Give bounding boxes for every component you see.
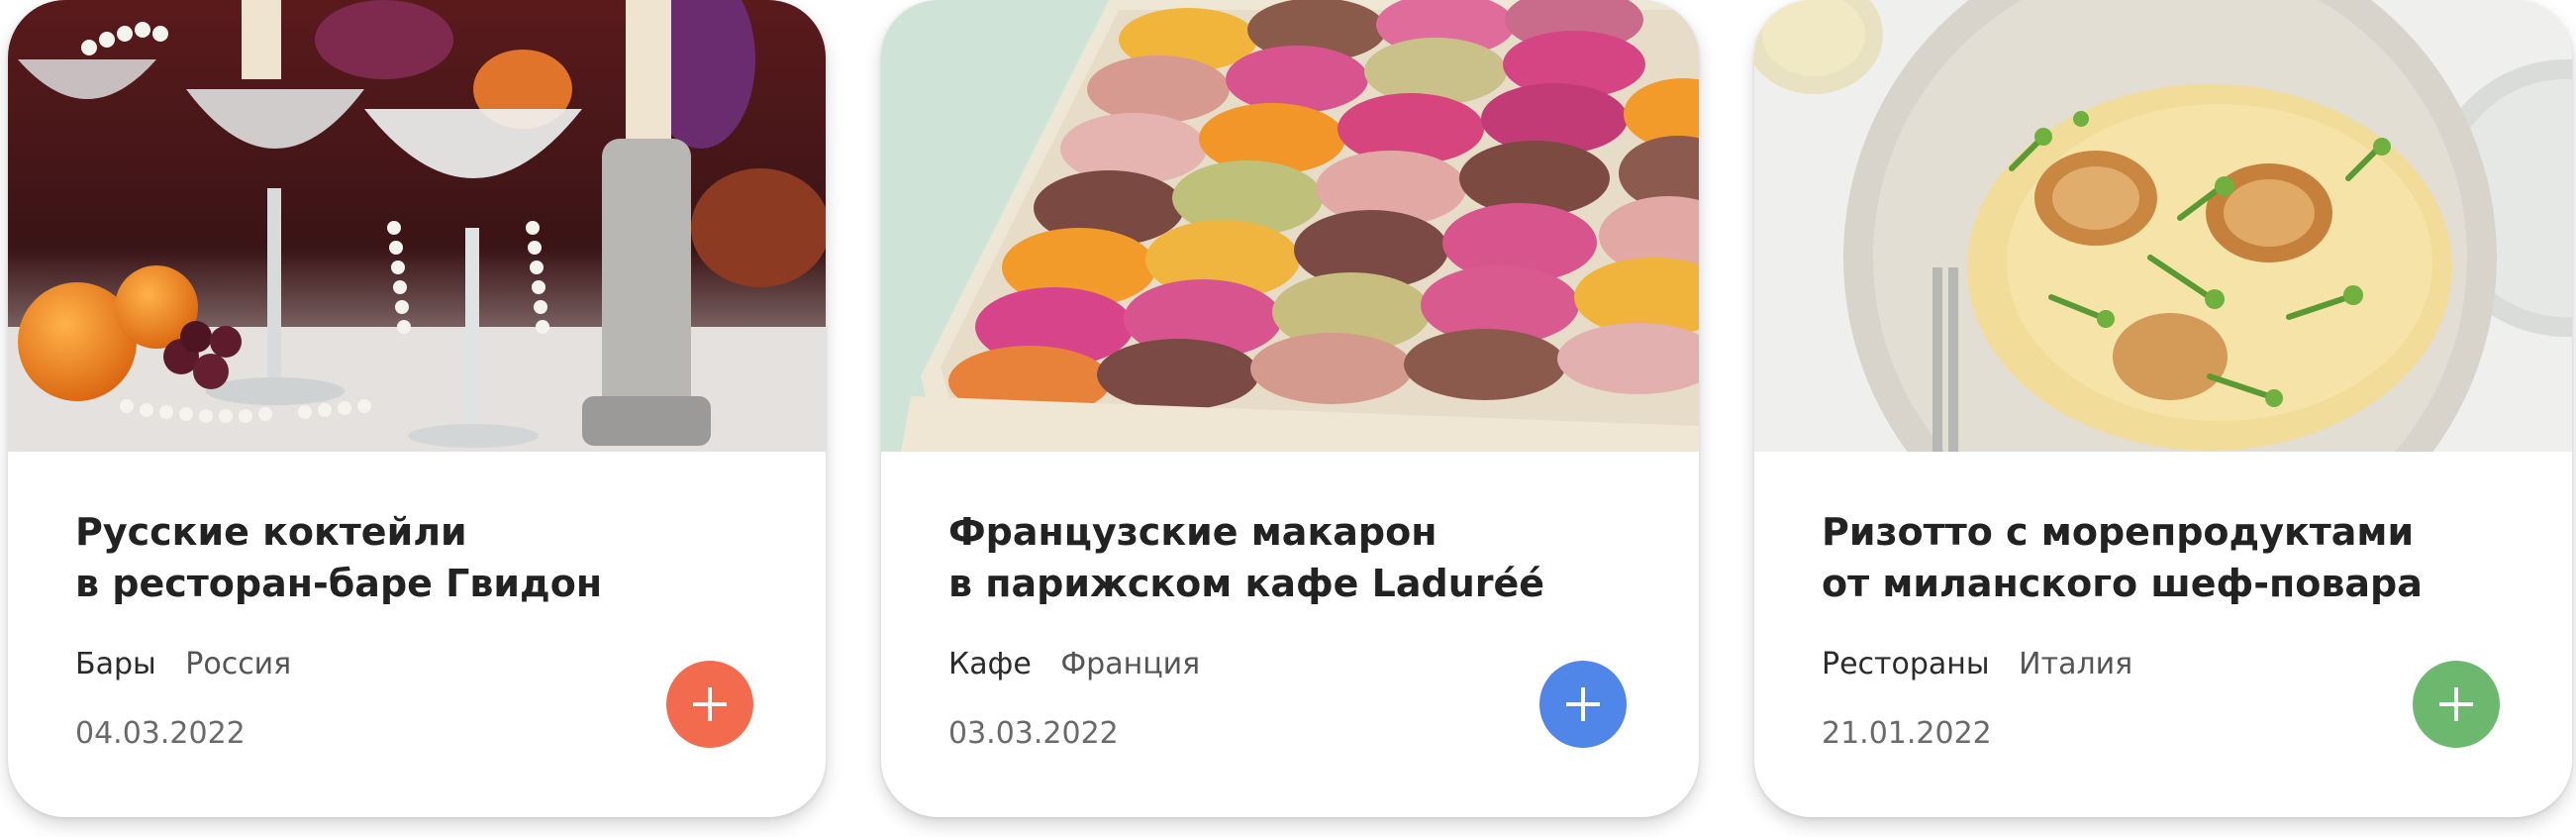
plus-icon [2439,687,2473,721]
card-title-line-2: в парижском кафе Laduréé [948,562,1545,605]
category-tag[interactable]: Кафе [948,647,1032,681]
article-card[interactable]: Ризотто с морепродуктами от миланского ш… [1754,0,2572,817]
card-photo-champagne [8,0,826,452]
add-button[interactable] [2413,661,2500,748]
card-photo-macarons [881,0,1699,452]
add-button[interactable] [666,661,753,748]
card-title: Французские макарон в парижском кафе Lad… [948,506,1661,609]
card-title-line-1: Русские коктейли [75,510,467,554]
country-tag[interactable]: Италия [2019,647,2132,681]
country-tag[interactable]: Россия [185,647,291,681]
category-tag[interactable]: Бары [75,647,156,681]
card-date: 21.01.2022 [1822,716,1992,751]
plus-icon [1566,687,1600,721]
card-tags: Рестораны Италия [1822,646,2132,683]
card-date: 03.03.2022 [948,716,1119,751]
country-tag[interactable]: Франция [1060,647,1200,681]
article-card[interactable]: Французские макарон в парижском кафе Lad… [881,0,1699,817]
card-title-line-1: Французские макарон [948,510,1437,554]
card-title-line-2: в ресторан-баре Гвидон [75,562,603,605]
card-title-line-1: Ризотто с морепродуктами [1822,510,2415,554]
add-button[interactable] [1539,661,1627,748]
category-tag[interactable]: Рестораны [1822,647,1990,681]
article-card[interactable]: Русские коктейли в ресторан-баре Гвидон … [8,0,826,817]
plus-icon [693,687,727,721]
card-title: Русские коктейли в ресторан-баре Гвидон [75,506,788,609]
card-photo-risotto [1754,0,2572,452]
card-tags: Бары Россия [75,646,291,683]
card-date: 04.03.2022 [75,716,246,751]
card-title: Ризотто с морепродуктами от миланского ш… [1822,506,2534,609]
card-tags: Кафе Франция [948,646,1200,683]
card-title-line-2: от миланского шеф-повара [1822,562,2423,605]
